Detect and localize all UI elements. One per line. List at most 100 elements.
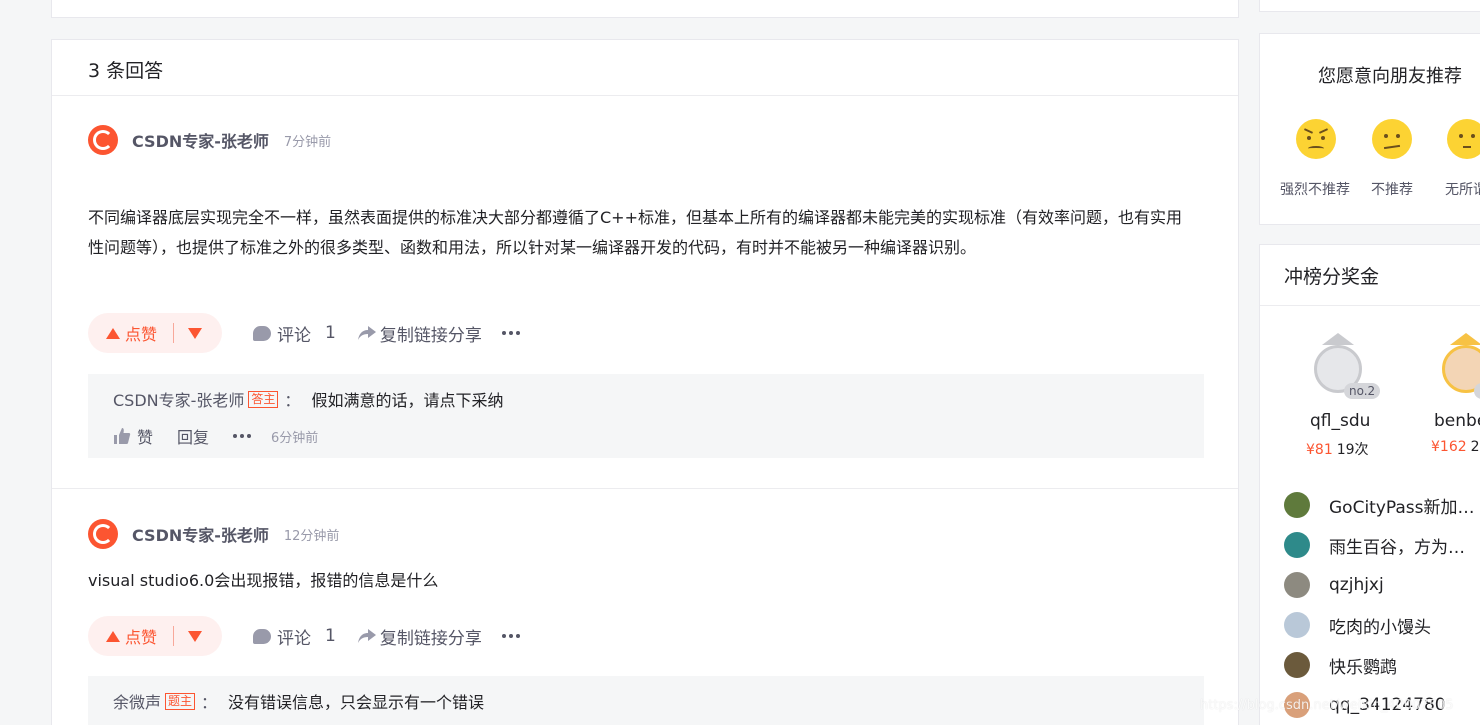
answer-actions: 点赞 评论 1 复制链接分享 — [88, 616, 520, 656]
avatar — [1284, 532, 1310, 558]
answer-text: visual studio6.0会出现报错，报错的信息是什么 — [88, 571, 439, 590]
comment-count: 1 — [325, 323, 336, 343]
emoji-label: 强烈不推荐 — [1280, 182, 1350, 198]
gold-crown-icon — [1450, 333, 1480, 345]
list-item-name: 吃肉的小馒头 — [1329, 617, 1431, 638]
downvote-button-icon[interactable] — [188, 630, 203, 642]
emoji-label: 不推荐 — [1371, 182, 1413, 198]
asker-badge: 题主 — [165, 692, 196, 710]
share-arrow-icon — [357, 629, 376, 643]
list-item-name: 雨生百谷，方为… — [1329, 537, 1465, 558]
silver-crown-icon — [1322, 333, 1354, 345]
comment-more-icon[interactable] — [233, 434, 252, 438]
answers-count: 3 条回答 — [52, 40, 1238, 96]
comment-item: 余微声 题主 ： 没有错误信息，只会显示有一个错误 — [113, 689, 484, 713]
avatar — [1284, 612, 1310, 638]
comment-icon — [253, 628, 271, 644]
ranking-list: GoCityPass新加… 雨生百谷，方为… qzjhjxj 吃肉的小馒头 快乐… — [1284, 485, 1475, 725]
list-item-name: 快乐鹦鹉 — [1329, 657, 1397, 678]
share-button[interactable]: 复制链接分享 — [357, 624, 482, 649]
ranking-title: 冲榜分奖金 — [1260, 245, 1480, 306]
share-arrow-icon — [357, 326, 376, 340]
comment-icon — [253, 325, 271, 341]
comment-actions: 赞 回复 6分钟前 — [113, 424, 318, 448]
like-pill: 点赞 — [88, 313, 222, 353]
upvote-icon[interactable] — [106, 630, 120, 642]
thumbs-up-icon[interactable] — [113, 427, 131, 445]
comment-count: 1 — [325, 626, 336, 646]
list-item[interactable]: 快乐鹦鹉 — [1284, 645, 1475, 685]
avatar — [1284, 652, 1310, 678]
list-item[interactable]: GoCityPass新加… — [1284, 485, 1475, 525]
list-item-name: qzjhjxj — [1329, 575, 1384, 595]
rank-badge: no.2 — [1344, 383, 1381, 399]
downvote-button-icon[interactable] — [188, 327, 203, 339]
answer-text: 不同编译器底层实现完全不一样，虽然表面提供的标准决大部分都遵循了C++标准，但基… — [88, 208, 1182, 257]
podium-name[interactable]: benbe — [1434, 411, 1480, 431]
emoji-label: 无所谓 — [1445, 182, 1480, 198]
avatar — [1284, 492, 1310, 518]
reply-button[interactable]: 回复 — [177, 424, 209, 448]
previous-card — [51, 0, 1239, 18]
comment-button[interactable]: 评论 1 — [253, 321, 336, 346]
csdn-logo-icon[interactable] — [88, 519, 118, 549]
answer-time: 12分钟前 — [283, 528, 340, 544]
podium-times: 2 — [1470, 439, 1480, 455]
comment-item: CSDN专家-张老师 答主 ： 假如满意的话，请点下采纳 — [113, 387, 503, 411]
like-button[interactable]: 点赞 — [125, 321, 157, 345]
share-label: 复制链接分享 — [379, 628, 482, 649]
pill-divider — [173, 323, 175, 343]
share-button[interactable]: 复制链接分享 — [357, 321, 482, 346]
avatar — [1284, 572, 1310, 598]
answers-card: 3 条回答 CSDN专家-张老师 7分钟前 不同编译器底层实现完全不一样，虽然表… — [51, 39, 1239, 725]
comment-box: CSDN专家-张老师 答主 ： 假如满意的话，请点下采纳 赞 回复 6分钟前 — [88, 374, 1204, 458]
more-options-icon[interactable] — [501, 331, 520, 335]
csdn-logo-icon[interactable] — [88, 125, 118, 155]
podium-stats: ¥162 2 — [1431, 439, 1480, 455]
answer-time: 7分钟前 — [283, 134, 332, 150]
comment-text: 假如满意的话，请点下采纳 — [311, 391, 504, 410]
comment-like-button[interactable]: 赞 — [137, 424, 153, 448]
answer-item: CSDN专家-张老师 7分钟前 不同编译器底层实现完全不一样，虽然表面提供的标准… — [52, 97, 1238, 489]
answerer-badge: 答主 — [248, 390, 279, 408]
comment-box: 余微声 题主 ： 没有错误信息，只会显示有一个错误 — [88, 676, 1204, 725]
comment-label: 评论 — [277, 325, 311, 346]
recommend-card: 您愿意向朋友推荐 强烈不推荐 不推荐 无所谓 — [1259, 33, 1480, 225]
confused-face-icon[interactable] — [1372, 119, 1412, 159]
rank-badge: n — [1474, 383, 1480, 399]
list-item[interactable]: qzjhjxj — [1284, 565, 1475, 605]
pill-divider — [173, 626, 175, 646]
list-item[interactable]: 吃肉的小馒头 — [1284, 605, 1475, 645]
answer-author[interactable]: CSDN专家-张老师 — [132, 128, 269, 152]
podium-times: 19次 — [1336, 442, 1369, 458]
recommend-title: 您愿意向朋友推荐 — [1318, 66, 1462, 87]
angry-face-icon[interactable] — [1296, 119, 1336, 159]
answer-author[interactable]: CSDN专家-张老师 — [132, 522, 269, 546]
answer-author-row: CSDN专家-张老师 7分钟前 — [88, 125, 331, 155]
comment-user[interactable]: CSDN专家-张老师 — [113, 387, 244, 411]
like-pill: 点赞 — [88, 616, 222, 656]
answer-actions: 点赞 评论 1 复制链接分享 — [88, 313, 520, 353]
sidebar-previous-card — [1259, 0, 1480, 12]
answer-item: CSDN专家-张老师 12分钟前 visual studio6.0会出现报错，报… — [52, 490, 1238, 725]
comment-colon: ： — [284, 391, 301, 410]
podium-stats: ¥81 19次 — [1306, 439, 1369, 459]
comment-colon: ： — [201, 693, 218, 712]
list-item-name: GoCityPass新加… — [1329, 497, 1475, 518]
like-button[interactable]: 点赞 — [125, 624, 157, 648]
more-options-icon[interactable] — [501, 634, 520, 638]
podium-name[interactable]: qfl_sdu — [1310, 411, 1370, 431]
podium-money: ¥81 — [1306, 442, 1333, 458]
podium-money: ¥162 — [1431, 439, 1467, 455]
comment-time: 6分钟前 — [271, 430, 319, 446]
comment-button[interactable]: 评论 1 — [253, 624, 336, 649]
ranking-card: 冲榜分奖金 no.2 qfl_sdu ¥8119次 n benbe ¥1622 … — [1259, 244, 1480, 725]
watermark: https://blog.csdn.net/weixin_40007505 — [1200, 698, 1454, 713]
comment-label: 评论 — [277, 628, 311, 649]
share-label: 复制链接分享 — [379, 325, 482, 346]
neutral-face-icon[interactable] — [1447, 119, 1480, 159]
list-item[interactable]: 雨生百谷，方为… — [1284, 525, 1475, 565]
comment-user[interactable]: 余微声 — [113, 689, 161, 713]
comment-text: 没有错误信息，只会显示有一个错误 — [228, 693, 485, 712]
upvote-icon[interactable] — [106, 327, 120, 339]
